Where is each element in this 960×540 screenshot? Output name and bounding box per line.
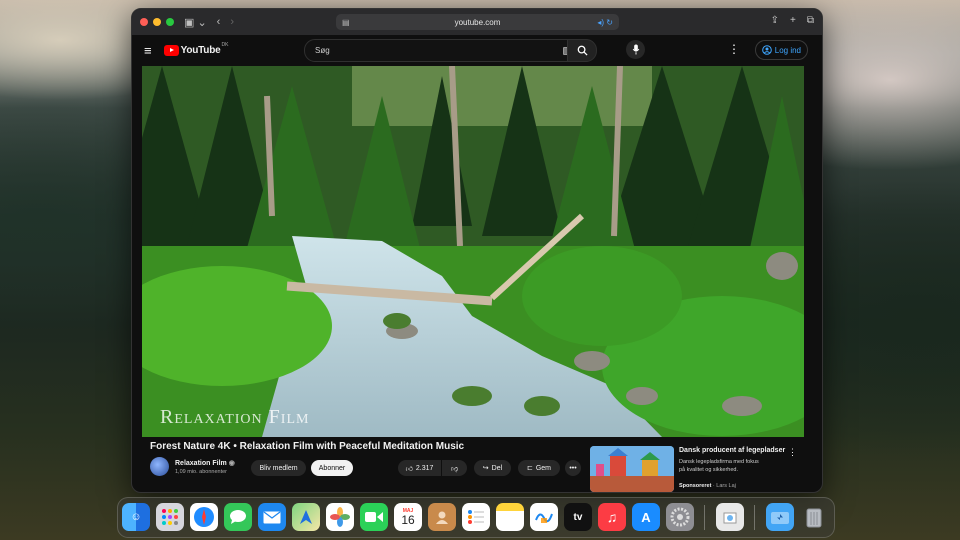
safari-window: ▣ ⌄ ‹ › ▤ youtube.com ◂) ↻ ⇪ + ⧉ ≡ YouTu…	[131, 8, 823, 493]
ad-menu-icon[interactable]: ⋮	[788, 447, 797, 458]
playground-image	[590, 446, 674, 492]
preview-icon[interactable]	[716, 503, 744, 531]
bookmark-icon: ⊏	[526, 465, 533, 472]
thumbs-up-icon: 👍︎	[405, 465, 413, 473]
messages-icon[interactable]	[224, 503, 252, 531]
like-count: 2.317	[415, 464, 434, 472]
sidebar-toggle-icon[interactable]: ▣ ⌄	[184, 16, 207, 29]
contacts-icon[interactable]	[428, 503, 456, 531]
system-settings-icon[interactable]	[666, 503, 694, 531]
subscriber-count: 1,09 mio. abonnenter	[175, 468, 227, 475]
thumbs-down-icon: 👎︎	[450, 465, 459, 473]
new-tab-icon[interactable]: +	[790, 15, 796, 26]
join-button[interactable]: Bliv medlem	[251, 460, 306, 476]
channel-info: Relaxation Film ◉ 1,09 mio. abonnenter	[150, 457, 235, 476]
mail-icon[interactable]	[258, 503, 286, 531]
safari-icon[interactable]	[190, 503, 218, 531]
share-label: Del	[491, 464, 503, 472]
app-store-icon[interactable]: A	[632, 503, 660, 531]
notes-icon[interactable]	[496, 503, 524, 531]
forward-icon[interactable]: ›	[230, 16, 234, 28]
apple-tv-icon[interactable]: tv	[564, 503, 592, 531]
youtube-logo[interactable]: YouTube DK	[163, 42, 229, 56]
dock-separator-2	[754, 505, 755, 530]
close-button[interactable]	[140, 18, 148, 26]
facetime-icon[interactable]	[360, 503, 388, 531]
ad-sponsor-line: Sponsoreret · Lars Laj	[679, 483, 736, 489]
subscribe-button[interactable]: Abonner	[311, 460, 353, 476]
search-input[interactable]: Søg	[315, 46, 563, 55]
address-bar[interactable]: ▤ youtube.com ◂) ↻	[336, 14, 619, 30]
advertiser-name: Lars Laj	[716, 483, 736, 489]
share-button[interactable]: ↪ Del	[474, 460, 511, 476]
back-icon[interactable]: ‹	[217, 16, 221, 28]
like-button[interactable]: 👍︎ 2.317	[398, 460, 441, 476]
search-box[interactable]: Søg	[304, 39, 597, 62]
calendar-icon[interactable]: MAJ 16	[394, 503, 422, 531]
audio-reload-icon[interactable]: ◂) ↻	[597, 18, 613, 27]
minimize-button[interactable]	[153, 18, 161, 26]
tab-overview-icon[interactable]: ⧉	[807, 15, 814, 26]
toolbar-right: ⇪ + ⧉	[771, 15, 814, 26]
launchpad-icon[interactable]	[156, 503, 184, 531]
finder-icon[interactable]: ☺	[122, 503, 150, 531]
microphone-icon	[632, 44, 639, 55]
logo-text: YouTube	[180, 44, 221, 56]
freeform-icon[interactable]	[530, 503, 558, 531]
maps-icon[interactable]	[292, 503, 320, 531]
tv-label: tv	[573, 511, 583, 523]
dock-separator	[704, 505, 705, 530]
trash-icon[interactable]	[800, 503, 828, 531]
traffic-lights	[140, 18, 174, 26]
login-button[interactable]: Log ind	[754, 40, 808, 60]
sponsored-label: Sponsoreret	[679, 483, 712, 489]
ad-title: Dansk producent af legepladser	[679, 447, 786, 454]
reminders-icon[interactable]	[462, 503, 490, 531]
country-code: DK	[221, 42, 229, 48]
youtube-header: ≡ YouTube DK Søg ⋮ Log ind	[132, 35, 822, 65]
search-icon	[577, 45, 588, 56]
ad-thumbnail[interactable]	[590, 446, 674, 492]
save-button[interactable]: ⊏ Gem	[518, 460, 560, 476]
video-frame-image	[142, 66, 804, 437]
photos-icon[interactable]	[326, 503, 354, 531]
macos-dock: ☺ MAJ 16 tv ♫ A	[117, 497, 835, 538]
channel-name[interactable]: Relaxation Film ◉	[175, 459, 235, 467]
search-button[interactable]	[567, 39, 597, 62]
dislike-button[interactable]: 👎︎	[442, 460, 467, 476]
more-icon: •••	[569, 464, 577, 472]
verified-icon: ◉	[228, 459, 235, 467]
video-watermark: Relaxation Film	[160, 406, 310, 428]
title-bar: ▣ ⌄ ‹ › ▤ youtube.com ◂) ↻ ⇪ + ⧉	[132, 9, 822, 35]
calendar-day: 16	[401, 512, 415, 527]
ad-description: Dansk legepladsfirma med fokus på kvalit…	[679, 459, 759, 473]
downloads-folder-icon[interactable]	[766, 503, 794, 531]
account-icon	[761, 45, 772, 55]
login-label: Log ind	[774, 45, 801, 55]
share-icon[interactable]: ⇪	[771, 15, 779, 26]
more-actions-button[interactable]: •••	[565, 460, 581, 476]
share-arrow-icon: ↪	[482, 465, 489, 472]
music-icon[interactable]: ♫	[598, 503, 626, 531]
video-title: Forest Nature 4K • Relaxation Film with …	[150, 441, 465, 452]
video-player[interactable]: Relaxation Film	[142, 66, 804, 437]
youtube-play-icon	[163, 44, 179, 56]
page-menu-icon[interactable]: ▤	[342, 18, 350, 27]
address-text: youtube.com	[454, 17, 501, 27]
channel-avatar[interactable]	[150, 457, 169, 476]
menu-icon[interactable]: ≡	[144, 43, 152, 58]
sponsored-ad[interactable]: Dansk producent af legepladser Dansk leg…	[590, 446, 810, 492]
zoom-button[interactable]	[166, 18, 174, 26]
save-label: Gem	[535, 464, 552, 472]
settings-kebab-icon[interactable]: ⋮	[728, 43, 740, 55]
voice-search-button[interactable]	[626, 40, 645, 59]
